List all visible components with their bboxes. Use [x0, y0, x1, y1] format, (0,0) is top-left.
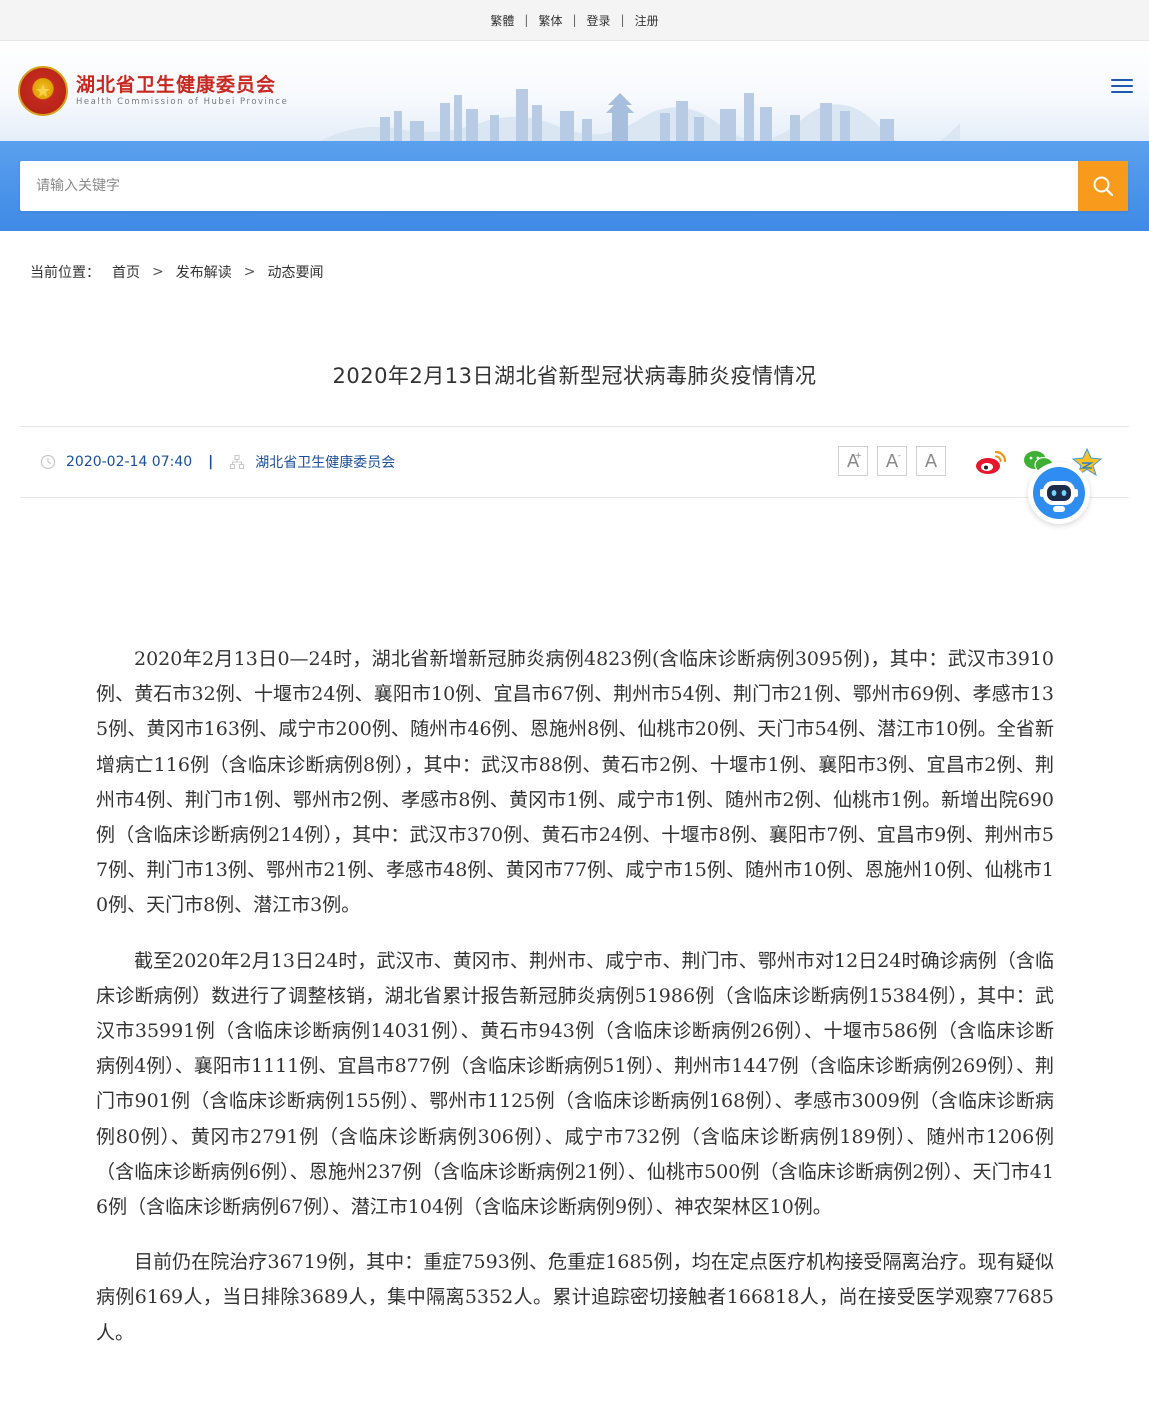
weibo-icon[interactable] [974, 447, 1008, 477]
site-header: ★ 湖北省卫生健康委员会 Health Commission of Hubei … [0, 41, 1149, 141]
search-button[interactable] [1078, 161, 1128, 211]
org-chart-icon [229, 454, 245, 470]
breadcrumb-news[interactable]: 动态要闻 [267, 262, 323, 282]
font-decrease-label: A [885, 450, 899, 472]
topbar-separator: | [572, 13, 577, 27]
font-decrease-button[interactable]: A- [877, 446, 907, 476]
font-increase-button[interactable]: A + [838, 446, 868, 476]
org-name-en: Health Commission of Hubei Province [76, 97, 289, 107]
breadcrumb-label: 当前位置： [30, 265, 100, 281]
search-icon [1093, 176, 1114, 197]
login-link[interactable]: 登录 [581, 12, 617, 29]
article-paragraph: 截至2020年2月13日24时，武汉市、黄冈市、荆州市、咸宁市、荆门市、鄂州市对… [96, 949, 1054, 1219]
font-decrease-mark: - [897, 451, 901, 461]
topbar-separator: | [620, 13, 625, 27]
article-source: 湖北省卫生健康委员会 [255, 455, 396, 471]
article-paragraph: 目前仍在院治疗36719例，其中：重症7593例、危重症1685例，均在定点医疗… [96, 1251, 1054, 1344]
national-emblem-icon: ★ [18, 66, 68, 116]
font-size-controls: A + A- A [838, 446, 955, 476]
top-utility-bar: 繁體 | 繁体 | 登录 | 注册 [0, 0, 1149, 41]
clock-icon [40, 454, 56, 470]
font-reset-label: A [924, 450, 938, 472]
search-band [0, 141, 1149, 231]
hamburger-menu-icon[interactable] [1111, 79, 1133, 95]
register-link[interactable]: 注册 [629, 12, 665, 29]
search-box [20, 161, 1128, 211]
org-name-cn: 湖北省卫生健康委员会 [76, 74, 277, 96]
font-reset-button[interactable]: A [916, 446, 946, 476]
breadcrumb-separator: > [152, 264, 164, 280]
site-logo[interactable]: ★ 湖北省卫生健康委员会 Health Commission of Hubei … [18, 66, 288, 116]
meta-separator: | [208, 454, 214, 470]
search-input[interactable] [20, 161, 1078, 211]
breadcrumb-release-interpretation[interactable]: 发布解读 [176, 262, 232, 282]
publish-date: 2020-02-14 07:40 [66, 454, 193, 470]
breadcrumb: 当前位置： 首页 > 发布解读 > 动态要闻 [30, 262, 323, 282]
font-increase-mark: + [854, 451, 862, 461]
brand-text: 湖北省卫生健康委员会 Health Commission of Hubei Pr… [76, 74, 288, 108]
breadcrumb-home[interactable]: 首页 [112, 262, 140, 282]
article-body: 2020年2月13日0—24时，湖北省新增新冠肺炎病例4823例(含临床诊断病例… [96, 642, 1054, 1371]
article-meta-info: 2020-02-14 07:40 | 湖北省卫生健康委员会 [40, 452, 395, 472]
article-title: 2020年2月13日湖北省新型冠状病毒肺炎疫情情况 [332, 364, 817, 388]
robot-assistant-icon[interactable] [1028, 462, 1090, 524]
breadcrumb-separator: > [243, 264, 256, 280]
article-meta-bar: 2020-02-14 07:40 | 湖北省卫生健康委员会 A + A- A [20, 426, 1129, 498]
city-skyline-illustration [320, 89, 960, 141]
traditional-chinese-alt-link[interactable]: 繁体 [532, 12, 568, 29]
topbar-separator: | [524, 13, 529, 27]
traditional-chinese-link[interactable]: 繁體 [484, 12, 520, 29]
article-paragraph: 2020年2月13日0—24时，湖北省新增新冠肺炎病例4823例(含临床诊断病例… [96, 648, 1054, 917]
